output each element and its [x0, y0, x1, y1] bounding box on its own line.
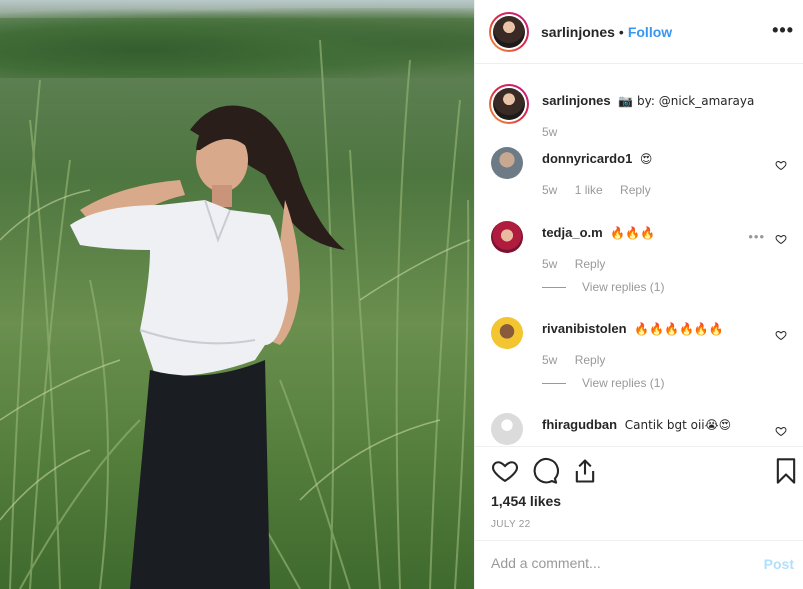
list-item: tedja_o.m 🔥🔥🔥 5w Reply View replies (1) … — [491, 221, 791, 301]
reply-button[interactable]: Reply — [575, 353, 606, 367]
avatar[interactable] — [491, 317, 523, 349]
caption: sarlinjones 📷 by: @nick_amaraya 5w — [489, 84, 791, 146]
comment-text-row: tedja_o.m 🔥🔥🔥 — [542, 225, 655, 240]
like-icon[interactable] — [491, 457, 519, 485]
comment-text-row: rivanibistolen 🔥🔥🔥🔥🔥🔥 — [542, 321, 724, 336]
like-comment-icon[interactable] — [775, 329, 787, 341]
add-comment-bar: Post — [475, 540, 803, 589]
post-date[interactable]: JULY 22 — [491, 519, 531, 530]
photo-scene — [0, 39, 471, 589]
replies-divider — [542, 383, 566, 385]
comment-input[interactable] — [491, 555, 741, 571]
list-item: rivanibistolen 🔥🔥🔥🔥🔥🔥 5w Reply View repl… — [491, 317, 791, 397]
save-bookmark-icon[interactable] — [772, 457, 800, 485]
separator-dot: • — [618, 23, 624, 40]
comment-text: Cantik bgt oii😭😍 — [624, 418, 732, 432]
caption-text: 📷 by: @nick_amaraya — [618, 94, 755, 108]
like-comment-icon[interactable] — [775, 233, 787, 245]
follow-button[interactable]: Follow — [628, 24, 672, 40]
likes-count[interactable]: 1,454 likes — [491, 493, 561, 509]
comment-time[interactable]: 5w — [542, 257, 557, 271]
list-item: donnyricardo1 😍 5w 1 like Reply — [491, 147, 791, 207]
like-comment-icon[interactable] — [775, 425, 787, 437]
comment-username[interactable]: rivanibistolen — [542, 321, 627, 336]
post-comment-button[interactable]: Post — [764, 556, 794, 572]
comment-text: 🔥🔥🔥🔥🔥🔥 — [634, 322, 724, 336]
replies-divider — [542, 287, 566, 289]
comment-meta: 5w Reply — [542, 353, 619, 367]
share-icon[interactable] — [571, 457, 599, 485]
comment-text-row: fhiragudban Cantik bgt oii😭😍 — [542, 417, 731, 432]
more-options-icon[interactable]: ••• — [772, 20, 794, 41]
post-sidebar: sarlinjones • Follow ••• sarlinjones 📷 b… — [474, 0, 803, 589]
comment-options-icon[interactable]: ••• — [748, 229, 765, 244]
comment-meta: 5w Reply — [542, 257, 619, 271]
comment-likes[interactable]: 1 like — [575, 183, 603, 197]
reply-button[interactable]: Reply — [620, 183, 651, 197]
post-photo[interactable] — [0, 0, 474, 589]
comment-text: 🔥🔥🔥 — [610, 226, 656, 240]
post-header: sarlinjones • Follow ••• — [475, 0, 803, 64]
reply-button[interactable]: Reply — [575, 257, 606, 271]
list-item: fhiragudban Cantik bgt oii😭😍 — [491, 413, 791, 446]
comment-text-row: donnyricardo1 😍 — [542, 151, 652, 166]
avatar[interactable] — [491, 221, 523, 253]
comment-text: 😍 — [639, 152, 653, 166]
caption-time: 5w — [542, 125, 558, 139]
comment-username[interactable]: tedja_o.m — [542, 225, 603, 240]
author-avatar[interactable] — [489, 11, 529, 52]
caption-text-row: sarlinjones 📷 by: @nick_amaraya — [542, 93, 754, 108]
comment-time[interactable]: 5w — [542, 353, 557, 367]
comment-icon[interactable] — [531, 457, 559, 485]
like-comment-icon[interactable] — [775, 159, 787, 171]
author-username[interactable]: sarlinjones — [541, 24, 615, 40]
post-actions: 1,454 likes JULY 22 — [475, 446, 803, 540]
caption-avatar[interactable] — [489, 84, 529, 124]
comment-time[interactable]: 5w — [542, 183, 557, 197]
comment-username[interactable]: donnyricardo1 — [542, 151, 632, 166]
comments-list: sarlinjones 📷 by: @nick_amaraya 5w donny… — [475, 65, 803, 446]
view-replies-button[interactable]: View replies (1) — [542, 376, 664, 390]
caption-username[interactable]: sarlinjones — [542, 93, 611, 108]
comment-username[interactable]: fhiragudban — [542, 417, 617, 432]
view-replies-button[interactable]: View replies (1) — [542, 280, 664, 294]
avatar[interactable] — [491, 147, 523, 179]
avatar[interactable] — [491, 413, 523, 445]
comment-meta: 5w 1 like Reply — [542, 183, 665, 197]
